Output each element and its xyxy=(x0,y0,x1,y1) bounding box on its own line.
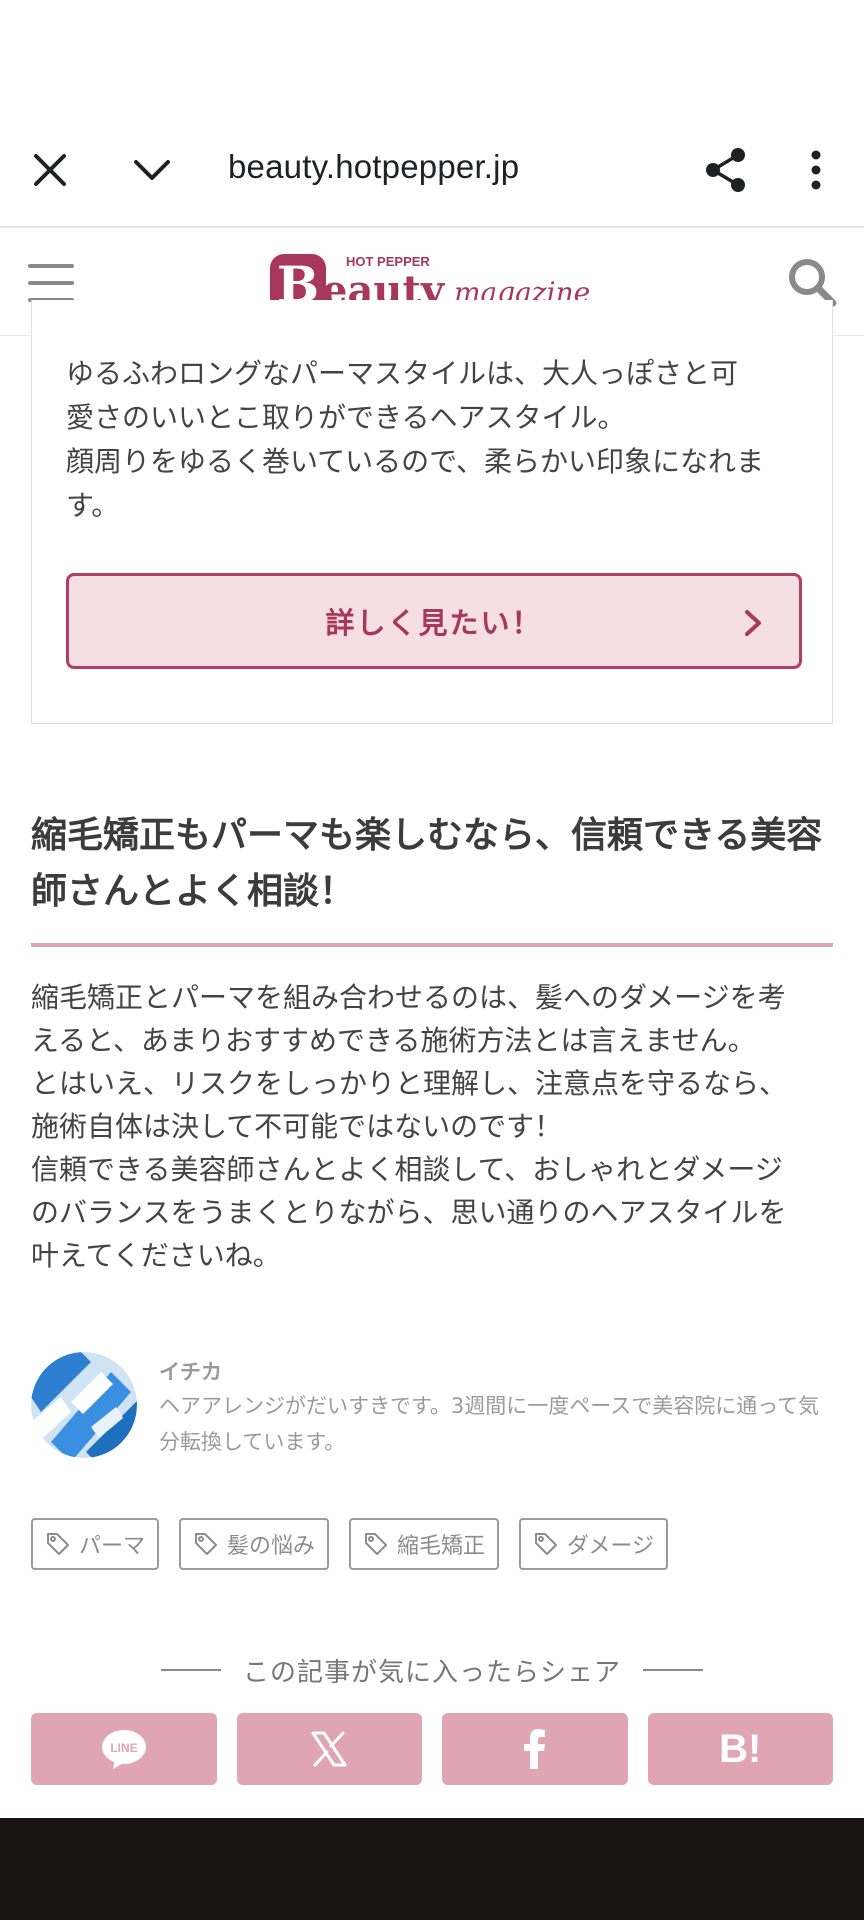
tag-list: パーマ 髪の悩み 縮毛矯正 ダメージ xyxy=(31,1518,668,1570)
status-bar-area xyxy=(0,0,864,110)
section-heading: 縮毛矯正もパーマも楽しむなら、信頼できる美容師さんとよく相談！ xyxy=(31,815,823,912)
close-button[interactable] xyxy=(14,134,86,206)
tag-straightening[interactable]: 縮毛矯正 xyxy=(349,1518,500,1570)
browser-toolbar: beauty.hotpepper.jp xyxy=(0,110,864,228)
tag-icon xyxy=(47,1533,69,1555)
share-facebook-button[interactable] xyxy=(442,1713,628,1785)
tag-icon xyxy=(195,1533,218,1555)
author-box: イチカ ヘアアレンジがだいすきです。3週間に一度ペースで美容院に通って気分転換し… xyxy=(31,1352,836,1458)
author-bio: ヘアアレンジがだいすきです。3週間に一度ペースで美容院に通って気分転換しています… xyxy=(159,1394,820,1454)
tag-label: 髪の悩み xyxy=(227,1534,316,1559)
navigation-bar xyxy=(0,1818,864,1920)
collapse-button[interactable] xyxy=(116,134,188,206)
url-text[interactable]: beauty.hotpepper.jp xyxy=(228,148,519,186)
line-icon: LINE xyxy=(101,1730,146,1769)
share-icon xyxy=(706,148,745,192)
share-line-button[interactable]: LINE xyxy=(31,1713,217,1785)
tag-label: パーマ xyxy=(79,1534,146,1559)
divider-line xyxy=(160,1669,221,1671)
tag-hair-trouble[interactable]: 髪の悩み xyxy=(179,1518,330,1570)
tag-damage[interactable]: ダメージ xyxy=(519,1518,668,1570)
share-hatena-button[interactable]: B! xyxy=(647,1713,833,1785)
tag-icon xyxy=(365,1533,388,1555)
chevron-down-icon xyxy=(134,160,170,180)
share-x-button[interactable] xyxy=(236,1713,422,1785)
author-name[interactable]: イチカ xyxy=(159,1356,222,1386)
tag-perm[interactable]: パーマ xyxy=(31,1518,160,1570)
heading-divider xyxy=(31,943,833,947)
share-heading: この記事が気に入ったらシェア xyxy=(0,1650,864,1690)
tag-label: ダメージ xyxy=(567,1534,654,1559)
share-heading-text: この記事が気に入ったらシェア xyxy=(242,1657,621,1688)
close-icon xyxy=(34,154,66,186)
tag-icon xyxy=(535,1533,558,1555)
section-body: 縮毛矯正とパーマを組み合わせるのは、髪へのダメージを考 えると、あまりおすすめで… xyxy=(31,981,788,1272)
line-icon-text: LINE xyxy=(110,1741,137,1755)
author-avatar[interactable] xyxy=(31,1352,137,1458)
see-details-button[interactable]: 詳しく見たい！ xyxy=(66,573,802,669)
facebook-icon xyxy=(523,1729,545,1769)
x-logo-icon xyxy=(311,1731,347,1767)
style-card: ゆるふわロングなパーマスタイルは、大人っぽさと可 愛さのいいとこ取りができるヘア… xyxy=(31,300,833,724)
share-buttons: LINE B! xyxy=(31,1713,833,1785)
divider-line xyxy=(643,1669,703,1671)
chevron-right-icon xyxy=(745,610,761,636)
card-description: ゆるふわロングなパーマスタイルは、大人っぽさと可 愛さのいいとこ取りができるヘア… xyxy=(66,357,765,522)
hatena-bookmark-icon: B! xyxy=(719,1726,762,1771)
see-details-label: 詳しく見たい！ xyxy=(325,606,543,640)
more-options-button[interactable] xyxy=(780,134,852,206)
share-button[interactable] xyxy=(690,134,762,206)
tag-label: 縮毛矯正 xyxy=(397,1534,486,1559)
more-vert-icon xyxy=(811,150,821,190)
